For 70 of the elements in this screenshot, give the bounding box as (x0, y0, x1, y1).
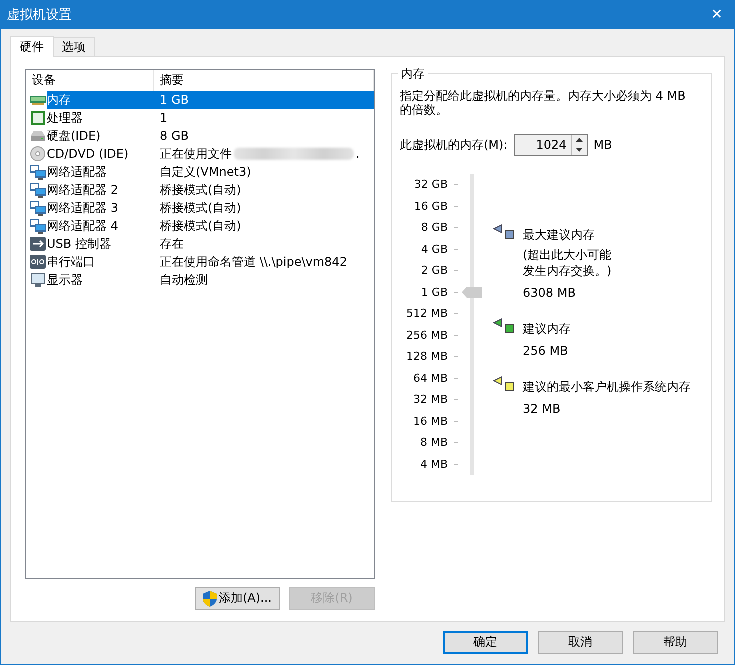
legend-note: (超出此大小可能发生内存交换。) (523, 247, 613, 279)
device-summary: 8 GB (160, 128, 189, 145)
scale-label: 16 MB (413, 414, 448, 428)
device-name[interactable]: USB 控制器 (47, 235, 154, 253)
network-computers-icon (30, 164, 46, 180)
dialog-button[interactable]: 帮助 (633, 631, 718, 654)
description-text: 指定分配给此虚拟机的内存量。内存大小必须为 4 MB 的倍数。 (400, 89, 687, 117)
device-name[interactable]: 网络适配器 3 (47, 199, 154, 217)
scale-label: 8 GB (421, 221, 448, 234)
device-summary: 正在使用文件 (160, 146, 232, 163)
dialog-button[interactable]: 取消 (538, 631, 623, 654)
memory-input[interactable]: 1024 (514, 135, 571, 155)
network-computers-icon (30, 200, 46, 216)
device-summary: 桥接模式(自动) (160, 182, 242, 199)
legend-label: 建议内存 (523, 321, 572, 337)
legend-label: 建议的最小客户机操作系统内存 (523, 379, 691, 395)
close-button[interactable]: ✕ (700, 1, 734, 29)
scale-label: 64 MB (413, 372, 448, 385)
device-summary: 1 (160, 110, 168, 127)
device-name[interactable]: 显示器 (47, 271, 154, 289)
chip-icon (30, 110, 46, 126)
device-button[interactable]: 添加(A)... (195, 587, 280, 610)
window-title: 虚拟机设置 (7, 7, 72, 24)
tab[interactable]: 选项 (53, 37, 95, 56)
device-summary: 自动检测 (160, 272, 208, 289)
device-summary: . (356, 146, 360, 163)
legend-value: 32 MB (523, 401, 562, 417)
scale-label: 16 GB (414, 200, 448, 213)
legend-label: 最大建议内存 (523, 227, 596, 243)
device-summary: 1 GB (160, 92, 189, 109)
scale-label: 2 GB (421, 264, 448, 278)
scale-label: 4 MB (420, 458, 448, 471)
scale-label: 256 MB (406, 328, 448, 342)
device-summary: 正在使用命名管道 \\.\pipe\vm842 (160, 254, 348, 271)
scale-label: 32 MB (413, 393, 448, 406)
device-summary: 自定义(VMnet3) (160, 164, 252, 181)
scale-label: 1 GB (421, 286, 448, 299)
dialog-button[interactable]: 确定 (443, 631, 528, 654)
slider-thumb[interactable] (462, 286, 482, 298)
legend-value: 6308 MB (523, 285, 577, 301)
scale-label: 512 MB (406, 307, 448, 320)
scale-label: 8 MB (420, 436, 448, 450)
network-computers-icon (30, 218, 46, 234)
monitor-icon (30, 272, 46, 288)
unit-label: MB (594, 138, 612, 152)
network-computers-icon (30, 182, 46, 198)
device-name[interactable]: 内存 (47, 91, 154, 109)
shield-icon (202, 590, 217, 606)
tab[interactable]: 硬件 (10, 36, 54, 57)
legend-value: 256 MB (523, 343, 570, 359)
serial-port-icon (30, 254, 46, 270)
device-summary: 桥接模式(自动) (160, 200, 242, 217)
device-summary: 桥接模式(自动) (160, 218, 242, 235)
memory-label: 此虚拟机的内存(M): (400, 136, 508, 154)
device-name[interactable]: 串行端口 (47, 253, 154, 271)
usb-icon (30, 236, 46, 252)
scale-label: 128 MB (406, 350, 448, 364)
device-name[interactable]: 网络适配器 2 (47, 181, 154, 199)
device-name[interactable]: 网络适配器 4 (47, 217, 154, 235)
scale-label: 32 GB (414, 178, 448, 192)
device-name[interactable]: CD/DVD (IDE) (47, 145, 154, 163)
memory-spinbox[interactable]: 1024 (514, 134, 588, 156)
drive-icon (30, 128, 46, 144)
device-name[interactable]: 网络适配器 (47, 163, 154, 181)
device-summary: 存在 (160, 236, 184, 253)
disc-icon (30, 146, 46, 162)
scale-label: 4 GB (421, 242, 448, 256)
device-name[interactable]: 处理器 (47, 109, 154, 127)
device-name[interactable]: 硬盘(IDE) (47, 127, 154, 145)
group-title: 内存 (398, 66, 428, 82)
